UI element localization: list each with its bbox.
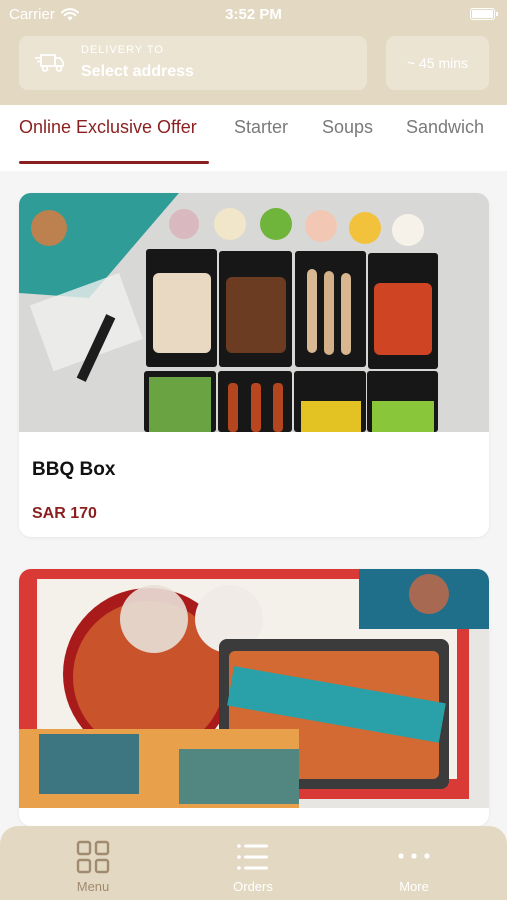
tab-soups[interactable]: Soups	[322, 117, 373, 138]
selected-address: Select address	[81, 63, 194, 80]
tab-sandwich[interactable]: Sandwich	[406, 117, 484, 138]
battery-icon	[470, 8, 498, 20]
status-bar: Carrier 3:52 PM	[0, 0, 507, 28]
delivery-eta[interactable]: ~ 45 mins	[386, 36, 489, 90]
product-card[interactable]	[19, 569, 489, 826]
bottom-navigation: Menu Orders More	[0, 826, 507, 900]
tab-online-exclusive-offer[interactable]: Online Exclusive Offer	[19, 117, 197, 138]
active-tab-indicator	[19, 161, 209, 164]
grid-icon	[76, 840, 110, 874]
nav-orders-label: Orders	[233, 879, 273, 894]
product-name: BBQ Box	[32, 459, 116, 480]
top-header: Carrier 3:52 PM DELIVERY TO Select addre…	[0, 0, 507, 105]
product-price: SAR 170	[32, 505, 97, 522]
product-card[interactable]: BBQ Box SAR 170	[19, 193, 489, 537]
status-time: 3:52 PM	[225, 6, 282, 23]
delivery-truck-icon	[35, 54, 64, 72]
product-image	[19, 569, 489, 808]
delivery-address-selector[interactable]: DELIVERY TO Select address	[19, 36, 367, 90]
nav-more-label: More	[399, 879, 429, 894]
nav-menu-label: Menu	[76, 879, 110, 894]
list-icon	[237, 844, 268, 870]
nav-orders[interactable]: Orders	[193, 826, 313, 900]
delivery-to-label: DELIVERY TO	[81, 44, 164, 56]
more-dots-icon	[398, 853, 430, 859]
category-tabs: Online Exclusive Offer Starter Soups San…	[0, 105, 507, 171]
nav-menu[interactable]: Menu	[33, 826, 153, 900]
product-image	[19, 193, 489, 432]
nav-more[interactable]: More	[354, 826, 474, 900]
tab-starter[interactable]: Starter	[234, 117, 288, 138]
